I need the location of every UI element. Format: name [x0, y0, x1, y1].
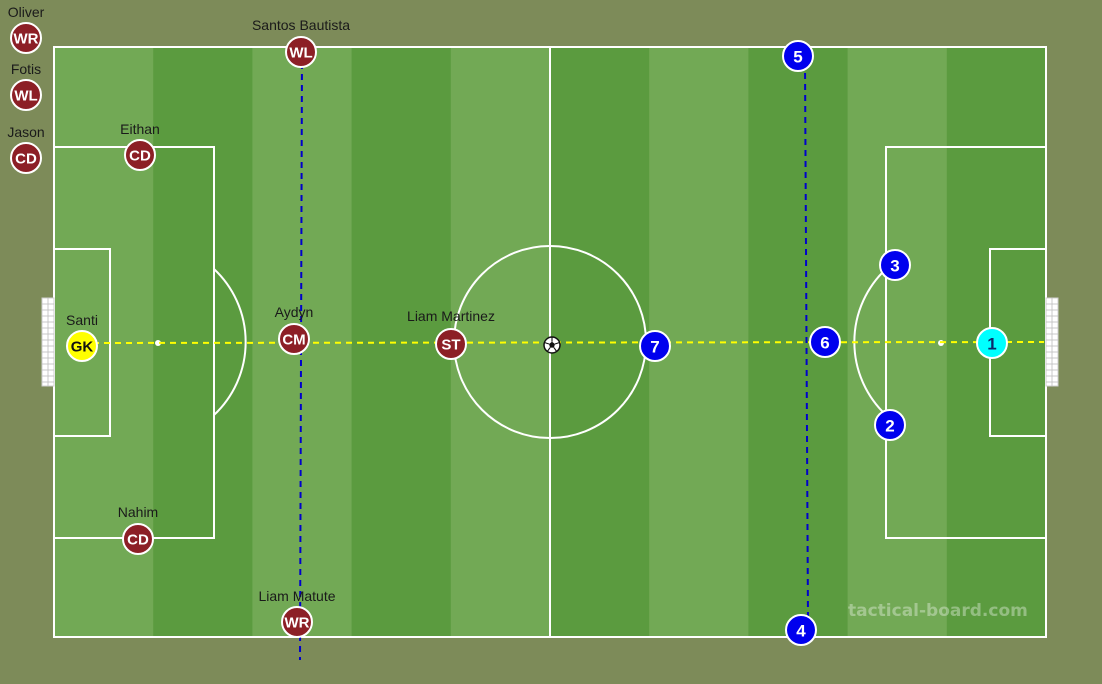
player-name-label: Liam Martinez — [407, 308, 495, 324]
player-role-label: ST — [441, 337, 460, 354]
team-b-player-token[interactable]: 3 — [879, 249, 911, 281]
team-b-player-token[interactable]: 7 — [639, 330, 671, 362]
bench-player-token[interactable]: WR Oliver — [8, 4, 45, 54]
player-role-label: CD — [15, 151, 37, 168]
player-name-label: Santos Bautista — [252, 17, 350, 33]
bench-player-token[interactable]: CD Jason — [7, 124, 45, 174]
player-role-label: WL — [289, 45, 312, 62]
tactical-board[interactable]: tactical-board.com WR Oliver WL Fotis CD Jaso… — [0, 0, 1102, 684]
player-role-label: CD — [129, 148, 151, 165]
player-number-label: 5 — [793, 48, 802, 67]
player-role-label: WL — [14, 88, 37, 105]
watermark: tactical-board.com — [848, 601, 1028, 621]
player-role-label: WR — [14, 31, 39, 48]
team-b-player-token[interactable]: 5 — [782, 40, 814, 72]
team-b-player-token[interactable]: 6 — [809, 326, 841, 358]
player-number-label: 6 — [820, 334, 829, 353]
bench-player-token[interactable]: WL Fotis — [10, 61, 42, 111]
player-number-label: 1 — [987, 335, 996, 354]
player-role-label: CD — [127, 532, 149, 549]
soccer-ball-icon[interactable] — [543, 336, 561, 354]
player-number-label: 2 — [885, 417, 894, 436]
player-number-label: 7 — [650, 338, 659, 357]
player-name-label: Eithan — [120, 121, 160, 137]
team-a-player-token[interactable]: GK Santi — [66, 312, 98, 362]
left-goal — [41, 297, 55, 387]
player-name-label: Fotis — [11, 61, 41, 77]
player-role-label: GK — [71, 339, 94, 356]
player-number-label: 4 — [796, 622, 806, 641]
player-role-label: CM — [282, 332, 305, 349]
player-name-label: Oliver — [8, 4, 45, 20]
team-b-player-token[interactable]: 4 — [785, 614, 817, 646]
player-name-label: Jason — [7, 124, 44, 140]
team-b-player-token[interactable]: 2 — [874, 409, 906, 441]
player-number-label: 3 — [890, 257, 899, 276]
player-role-label: WR — [285, 615, 310, 632]
right-goal — [1045, 297, 1059, 387]
team-b-player-token[interactable]: 1 — [976, 327, 1008, 359]
player-name-label: Liam Matute — [258, 588, 335, 604]
player-name-label: Aydyn — [275, 304, 314, 320]
player-name-label: Nahim — [118, 504, 158, 520]
player-name-label: Santi — [66, 312, 98, 328]
